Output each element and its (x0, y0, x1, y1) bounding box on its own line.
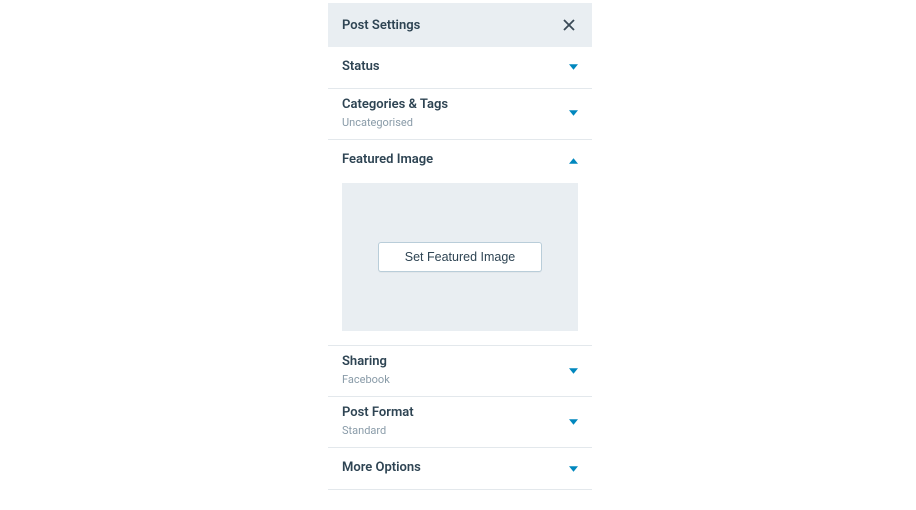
section-categories-text: Categories & Tags Uncategorised (342, 97, 448, 130)
chevron-down-icon (568, 62, 578, 72)
section-featured-text: Featured Image (342, 152, 433, 169)
section-categories-sub: Uncategorised (342, 116, 448, 130)
chevron-down-icon (568, 417, 578, 427)
section-more-options-title: More Options (342, 460, 421, 477)
section-categories: Categories & Tags Uncategorised (328, 89, 592, 140)
section-featured-image: Featured Image Set Featured Image (328, 140, 592, 346)
section-post-format-title: Post Format (342, 405, 414, 422)
chevron-down-icon (568, 108, 578, 118)
chevron-down-icon (568, 366, 578, 376)
section-post-format-sub: Standard (342, 424, 414, 438)
section-sharing: Sharing Facebook (328, 346, 592, 397)
section-status-text: Status (342, 59, 380, 76)
section-categories-title: Categories & Tags (342, 97, 448, 114)
section-status-row[interactable]: Status (328, 47, 592, 88)
section-post-format-row[interactable]: Post Format Standard (328, 397, 592, 447)
post-settings-panel: Post Settings Status Categories & Tags U… (328, 3, 592, 490)
section-sharing-row[interactable]: Sharing Facebook (328, 346, 592, 396)
featured-image-dropzone[interactable]: Set Featured Image (342, 183, 578, 331)
featured-image-body: Set Featured Image (328, 175, 592, 345)
section-sharing-sub: Facebook (342, 373, 390, 387)
section-status-title: Status (342, 59, 380, 76)
section-featured-row[interactable]: Featured Image (328, 140, 592, 175)
section-sharing-title: Sharing (342, 354, 390, 371)
section-post-format-text: Post Format Standard (342, 405, 414, 438)
set-featured-image-button[interactable]: Set Featured Image (378, 242, 542, 272)
chevron-up-icon (568, 156, 578, 166)
panel-header: Post Settings (328, 3, 592, 47)
panel-title: Post Settings (342, 18, 420, 33)
chevron-down-icon (568, 464, 578, 474)
section-categories-row[interactable]: Categories & Tags Uncategorised (328, 89, 592, 139)
close-icon[interactable] (560, 16, 578, 34)
section-more-options: More Options (328, 448, 592, 490)
section-more-options-row[interactable]: More Options (328, 448, 592, 489)
section-post-format: Post Format Standard (328, 397, 592, 448)
section-featured-title: Featured Image (342, 152, 433, 169)
section-more-options-text: More Options (342, 460, 421, 477)
section-status: Status (328, 47, 592, 89)
section-sharing-text: Sharing Facebook (342, 354, 390, 387)
